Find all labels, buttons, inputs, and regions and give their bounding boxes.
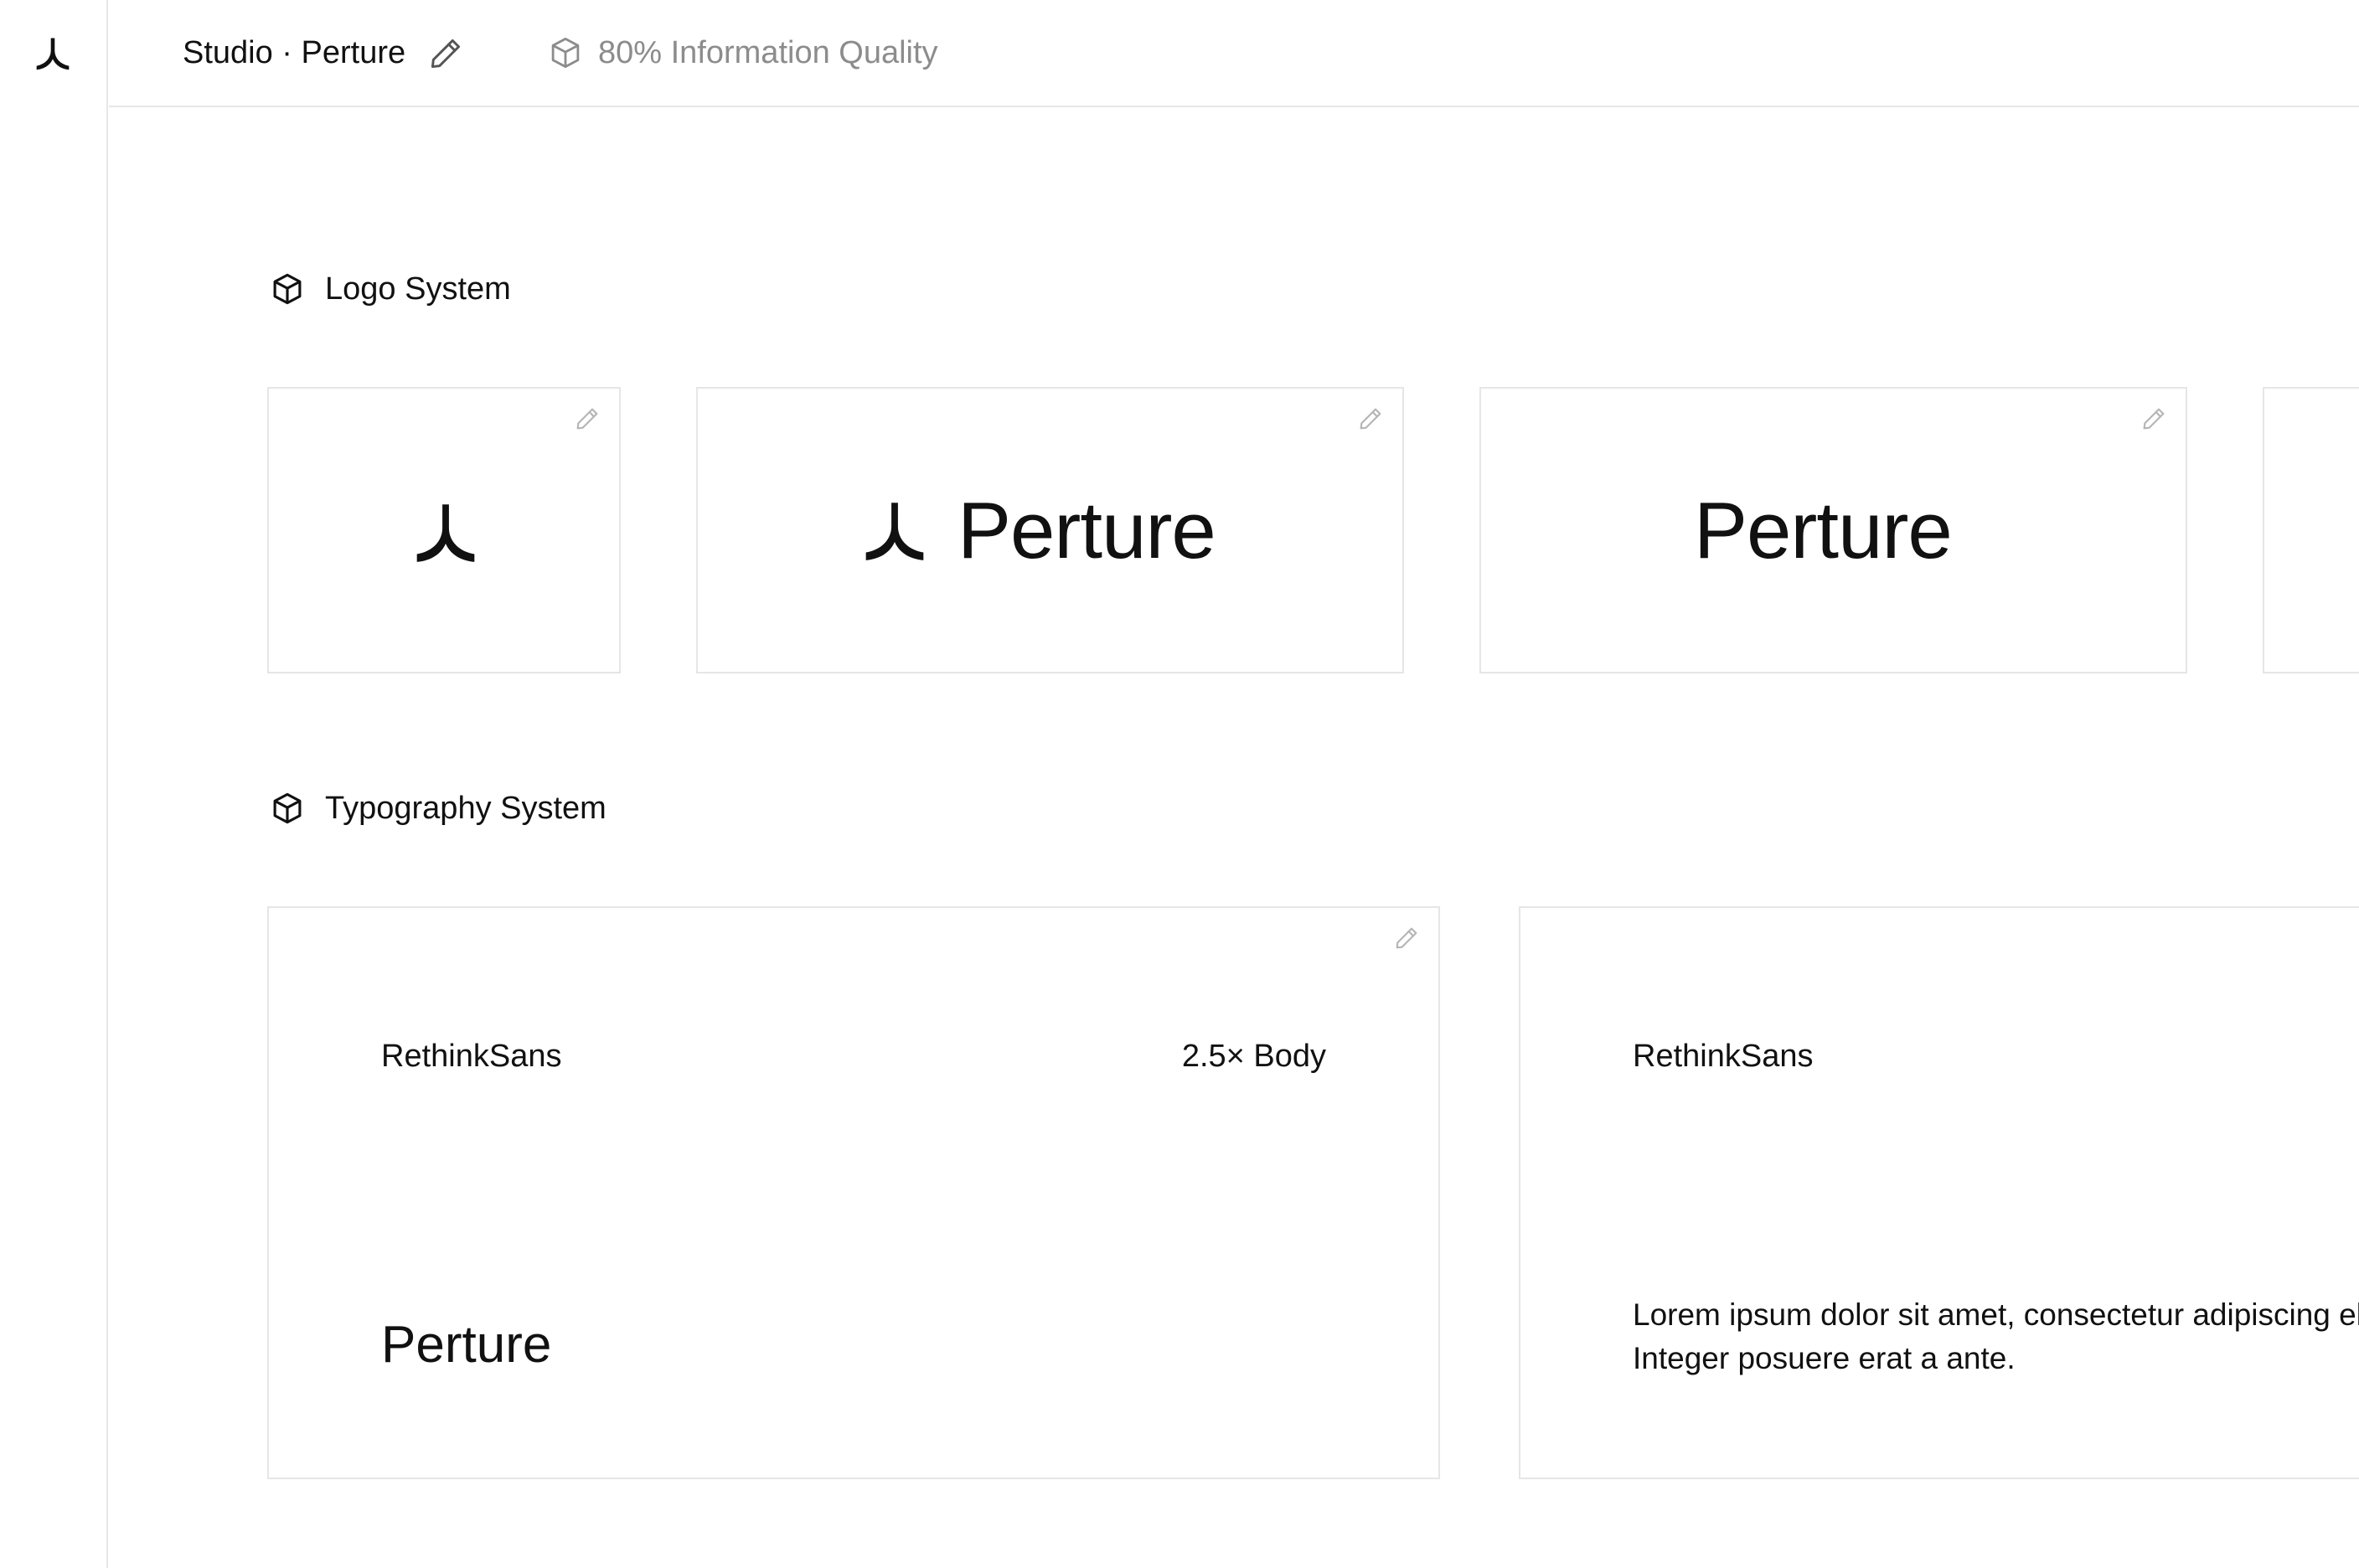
pencil-icon[interactable] <box>2140 405 2167 432</box>
typography-card-body[interactable]: RethinkSans Lorem ipsum dolor sit amet, … <box>1519 906 2359 1479</box>
perture-mark-icon <box>416 504 475 562</box>
wordmark-text: Perture <box>958 486 1216 575</box>
top-bar: Studio · Perture 80% Information Quality <box>109 0 2359 107</box>
font-scale: 2.5× Body <box>1181 1039 1326 1074</box>
section-title-label: Logo System <box>325 271 511 307</box>
cube-icon <box>273 792 302 824</box>
section-title-typography-system: Typography System <box>270 787 607 829</box>
left-rail <box>0 0 108 1568</box>
body-line: Lorem ipsum dolor sit amet, consectetur … <box>1633 1297 2359 1332</box>
perture-mark-icon[interactable] <box>34 34 72 72</box>
body-sample: Lorem ipsum dolor sit amet, consectetur … <box>1633 1293 2359 1380</box>
pencil-icon[interactable] <box>1357 405 1384 432</box>
cube-icon <box>273 273 302 305</box>
body-line: Integer posuere erat a ante. <box>1633 1341 2016 1375</box>
pencil-icon[interactable] <box>427 35 464 72</box>
logo-card-wordmark[interactable]: Perture <box>1479 387 2187 673</box>
pencil-icon[interactable] <box>574 405 601 432</box>
perture-mark-icon <box>865 503 924 560</box>
font-name: RethinkSans <box>381 1039 562 1074</box>
workspace-title[interactable]: Studio · Perture <box>183 32 405 74</box>
logo-card-lockup[interactable]: Perture <box>696 387 1404 673</box>
quality-label: 80% Information Quality <box>598 34 938 70</box>
wordmark-text: Perture <box>1694 486 1953 575</box>
information-quality[interactable]: 80% Information Quality <box>548 32 938 74</box>
logo-card-mark[interactable] <box>267 387 621 673</box>
typography-card-heading[interactable]: RethinkSans 2.5× Body Perture <box>267 906 1440 1479</box>
logo-card-partial[interactable] <box>2263 387 2359 673</box>
pencil-icon[interactable] <box>1393 925 1420 952</box>
section-title-logo-system: Logo System <box>270 268 511 310</box>
section-title-label: Typography System <box>325 790 607 826</box>
type-sample: Perture <box>381 1316 552 1374</box>
cube-icon <box>551 37 580 69</box>
font-name: RethinkSans <box>1633 1039 1814 1074</box>
